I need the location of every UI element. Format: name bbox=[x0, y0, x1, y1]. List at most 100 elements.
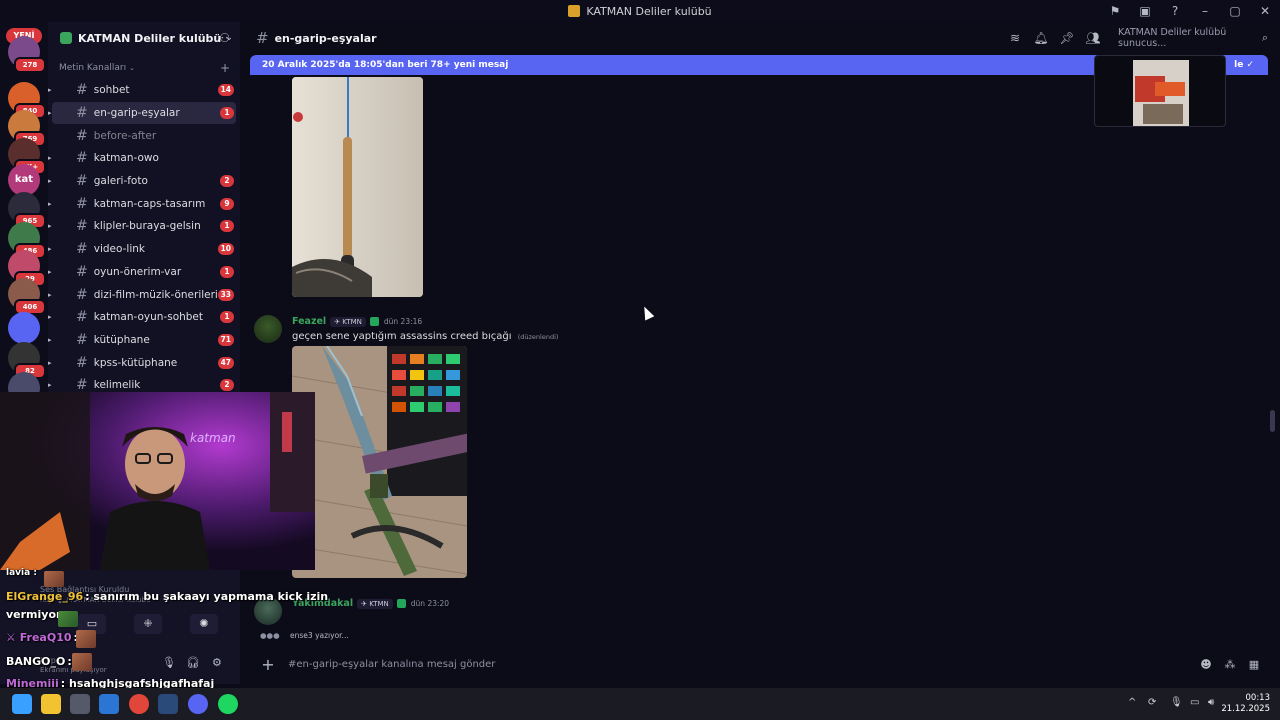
spotify-icon[interactable] bbox=[218, 694, 238, 714]
file-explorer-icon[interactable] bbox=[41, 694, 61, 714]
collapse-arrow-icon: ▸ bbox=[48, 313, 52, 322]
channel-item[interactable]: # before-after bbox=[48, 124, 240, 147]
windows-start-icon[interactable] bbox=[12, 694, 32, 714]
chat-scrollbar[interactable] bbox=[1270, 410, 1275, 432]
hash-icon: # bbox=[76, 150, 88, 167]
webcam-feed: katman bbox=[0, 392, 315, 570]
channel-item[interactable]: ▸ # katman-caps-tasarım 9 bbox=[48, 192, 240, 215]
discord-icon[interactable] bbox=[188, 694, 208, 714]
emoji-icon[interactable]: ☻ bbox=[1194, 658, 1218, 671]
server-header[interactable]: KATMAN Deliler kulübü ⌄ ⚇ bbox=[48, 22, 240, 54]
add-attachment-icon[interactable]: + bbox=[248, 655, 288, 674]
channel-sidebar: KATMAN Deliler kulübü ⌄ ⚇ Metin Kanallar… bbox=[48, 22, 240, 392]
close-icon[interactable]: ✕ bbox=[1250, 4, 1280, 18]
collapse-arrow-icon: ▸ bbox=[48, 358, 52, 367]
members-icon[interactable]: 👥︎ bbox=[1080, 31, 1106, 45]
store-icon[interactable] bbox=[70, 694, 90, 714]
server-icon[interactable]: 406 bbox=[8, 278, 46, 315]
flag-icon[interactable]: ⚑ bbox=[1100, 4, 1130, 18]
avatar[interactable] bbox=[254, 315, 282, 343]
search-input[interactable]: KATMAN Deliler kulübü sunucus... ⌕ bbox=[1112, 27, 1272, 49]
channel-item[interactable]: ▸ # kelimelik 2 bbox=[48, 374, 240, 392]
add-channel-icon[interactable]: + bbox=[220, 61, 230, 75]
server-icon[interactable]: 965 bbox=[8, 192, 46, 229]
typing-dots-icon: ●●● bbox=[260, 631, 280, 640]
channel-item[interactable]: ▸ # video-link 10 bbox=[48, 238, 240, 261]
chat-emote bbox=[72, 653, 92, 671]
channel-item[interactable]: ▸ # oyun-önerim-var 1 bbox=[48, 261, 240, 284]
settings-gear-icon[interactable]: ⚙ bbox=[212, 656, 222, 669]
hash-icon: # bbox=[256, 29, 269, 47]
channel-item[interactable]: ▸ # kpss-kütüphane 47 bbox=[48, 351, 240, 374]
channel-item[interactable]: ▸ # sohbet 14 bbox=[48, 79, 240, 102]
bell-icon[interactable]: 🔔︎ bbox=[1028, 31, 1054, 45]
chat-message: vermiyor bbox=[6, 608, 62, 621]
unread-badge: 9 bbox=[220, 197, 234, 210]
message-author[interactable]: Feazel bbox=[292, 316, 326, 327]
image-attachment[interactable] bbox=[292, 77, 423, 297]
channel-name: kütüphane bbox=[93, 333, 150, 346]
kick-badge-icon bbox=[396, 599, 406, 608]
chat-line: ⚔ FreaQ10: bbox=[6, 631, 78, 644]
message-composer[interactable]: + #en-garip-eşyalar kanalına mesaj gönde… bbox=[248, 650, 1272, 678]
sync-icon[interactable]: ⟳ bbox=[1148, 697, 1156, 708]
microphone-icon[interactable]: 🎙︎ bbox=[1170, 697, 1183, 708]
server-icon[interactable]: 278 bbox=[8, 36, 46, 73]
channel-item[interactable]: ▸ # katman-oyun-sohbet 1 bbox=[48, 306, 240, 329]
chat-message: : sanırım bu şakaayı yapmama kick izin bbox=[85, 590, 329, 603]
unread-badge: 1 bbox=[220, 107, 234, 120]
minimize-icon[interactable]: – bbox=[1190, 4, 1220, 18]
channel-item[interactable]: ▸ # katman-owo bbox=[48, 147, 240, 170]
channel-name: video-link bbox=[93, 243, 145, 256]
help-icon[interactable]: ? bbox=[1160, 4, 1190, 18]
headphones-icon[interactable]: 🎧︎ bbox=[186, 656, 200, 669]
channel-name: kpss-kütüphane bbox=[93, 356, 178, 369]
mark-read-button[interactable]: le ✓ bbox=[1234, 60, 1254, 70]
channel-item[interactable]: ▸ # klipler-buraya-gelsin 1 bbox=[48, 215, 240, 238]
steam-icon[interactable] bbox=[158, 694, 178, 714]
hash-icon: # bbox=[76, 309, 88, 326]
channel-category[interactable]: Metin Kanalları ⌄ + bbox=[48, 57, 240, 79]
bat-photo bbox=[292, 77, 423, 297]
hash-icon: # bbox=[76, 354, 88, 371]
server-icon[interactable] bbox=[8, 312, 40, 344]
outlook-icon[interactable] bbox=[99, 694, 119, 714]
message-header: Feazel ✈ KTMN dün 23:16 bbox=[292, 316, 422, 327]
soundboard-button[interactable]: ✺ bbox=[190, 614, 218, 634]
chrome-icon[interactable] bbox=[129, 694, 149, 714]
taskbar-clock[interactable]: 00:13 21.12.2025 bbox=[1221, 693, 1270, 715]
channel-name: katman-caps-tasarım bbox=[93, 197, 206, 210]
server-icon[interactable]: 82 bbox=[8, 342, 46, 379]
gift-icon[interactable]: ▦ bbox=[1242, 658, 1266, 671]
activities-button[interactable]: ⁜ bbox=[134, 614, 162, 634]
chat-line: ElGrange_96: sanırım bu şakaayı yapmama … bbox=[6, 590, 328, 603]
unread-badge: 1 bbox=[220, 311, 234, 324]
screen-icon[interactable]: ▣ bbox=[1130, 4, 1160, 18]
message-body: geçen sene yaptığım assassins creed bıça… bbox=[292, 331, 512, 342]
role-tag: ✈ KTMN bbox=[357, 598, 393, 609]
pin-icon[interactable]: 📌︎ bbox=[1054, 31, 1080, 45]
channel-item[interactable]: ▸ # dizi-film-müzik-önerileri 33 bbox=[48, 283, 240, 306]
channel-item[interactable]: ▸ # galeri-foto 2 bbox=[48, 170, 240, 193]
message-timestamp: dün 23:20 bbox=[410, 599, 450, 608]
hash-icon: # bbox=[76, 218, 88, 235]
unread-badge: 1 bbox=[220, 220, 234, 233]
video-popout[interactable] bbox=[1094, 55, 1226, 127]
tray-chevron-icon[interactable]: ^ bbox=[1128, 697, 1136, 708]
microphone-icon[interactable]: 🎙︎ bbox=[162, 656, 176, 669]
threads-icon[interactable]: ≋ bbox=[1002, 31, 1028, 45]
image-attachment[interactable] bbox=[292, 346, 467, 578]
composer-tools: ☻ ⁂ ▦ bbox=[1194, 658, 1266, 671]
network-icon[interactable]: ▭ bbox=[1190, 697, 1199, 708]
window-controls: ⚑ ▣ ? – ▢ ✕ bbox=[1100, 0, 1280, 22]
invite-icon[interactable]: ⚇ bbox=[219, 31, 230, 45]
new-messages-text: 20 Aralık 2025'da 18:05'dan beri 78+ yen… bbox=[262, 60, 509, 70]
volume-icon[interactable]: 🔊︎ bbox=[1208, 697, 1214, 708]
maximize-icon[interactable]: ▢ bbox=[1220, 4, 1250, 18]
channel-name: en-garip-eşyalar bbox=[93, 107, 180, 120]
apps-icon[interactable]: ⁂ bbox=[1218, 658, 1242, 671]
channel-name: dizi-film-müzik-önerileri bbox=[93, 288, 218, 301]
clock-time: 00:13 bbox=[1245, 693, 1271, 703]
channel-item[interactable]: ▸ # kütüphane 71 bbox=[48, 329, 240, 352]
channel-item[interactable]: ▸ # en-garip-eşyalar 1 bbox=[48, 101, 236, 125]
